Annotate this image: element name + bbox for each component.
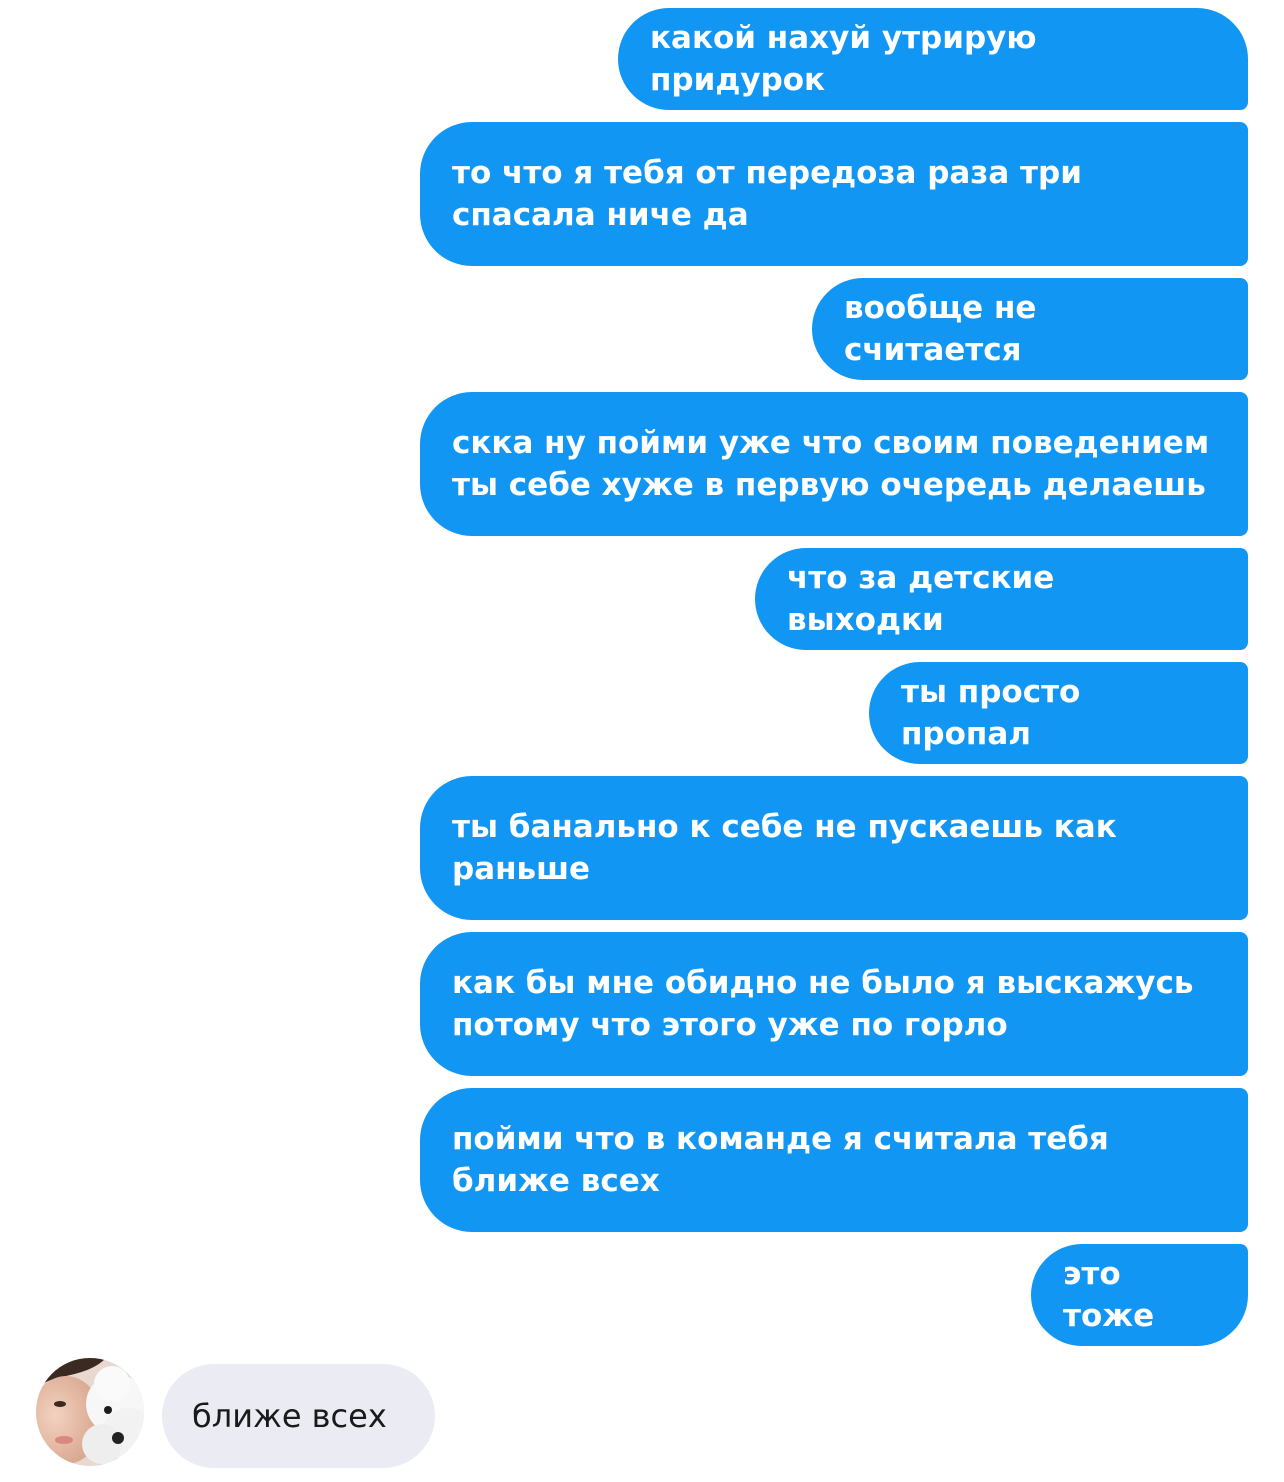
outgoing-message-bubble[interactable]: как бы мне обидно не было я выскажусь по…	[420, 932, 1248, 1076]
message-text: ты просто пропал	[901, 674, 1092, 752]
outgoing-message-bubble[interactable]: то что я тебя от передоза раза три спаса…	[420, 122, 1248, 266]
outgoing-message-bubble[interactable]: ты банально к себе не пускаешь как раньш…	[420, 776, 1248, 920]
message-text: какой нахуй утрирую придурок	[650, 20, 1048, 98]
outgoing-message-bubble[interactable]: вообще не считается	[812, 278, 1248, 380]
outgoing-message-bubble[interactable]: ты просто пропал	[869, 662, 1248, 764]
outgoing-message-bubble[interactable]: что за детские выходки	[755, 548, 1248, 650]
message-text: это тоже	[1063, 1256, 1155, 1334]
outgoing-message-bubble[interactable]: пойми что в команде я считала тебя ближе…	[420, 1088, 1248, 1232]
message-text: ближе всех	[192, 1397, 387, 1435]
message-text: скка ну пойми уже что своим поведением т…	[452, 425, 1220, 503]
outgoing-message-bubble[interactable]: скка ну пойми уже что своим поведением т…	[420, 392, 1248, 536]
contact-avatar[interactable]	[36, 1358, 144, 1466]
message-text: пойми что в команде я считала тебя ближе…	[452, 1121, 1120, 1199]
message-text: то что я тебя от передоза раза три спаса…	[452, 155, 1093, 233]
incoming-message-bubble[interactable]: ближе всех	[162, 1364, 435, 1468]
message-text: вообще не считается	[844, 290, 1048, 368]
avatar-photo-icon	[36, 1358, 144, 1466]
chat-thread[interactable]: какой нахуй утрирую придурок то что я те…	[0, 0, 1284, 1482]
message-text: ты банально к себе не пускаешь как раньш…	[452, 809, 1128, 887]
outgoing-message-bubble[interactable]: какой нахуй утрирую придурок	[618, 8, 1248, 110]
message-text: что за детские выходки	[787, 560, 1066, 638]
message-text: как бы мне обидно не было я выскажусь по…	[452, 965, 1205, 1043]
outgoing-message-bubble[interactable]: это тоже	[1031, 1244, 1248, 1346]
